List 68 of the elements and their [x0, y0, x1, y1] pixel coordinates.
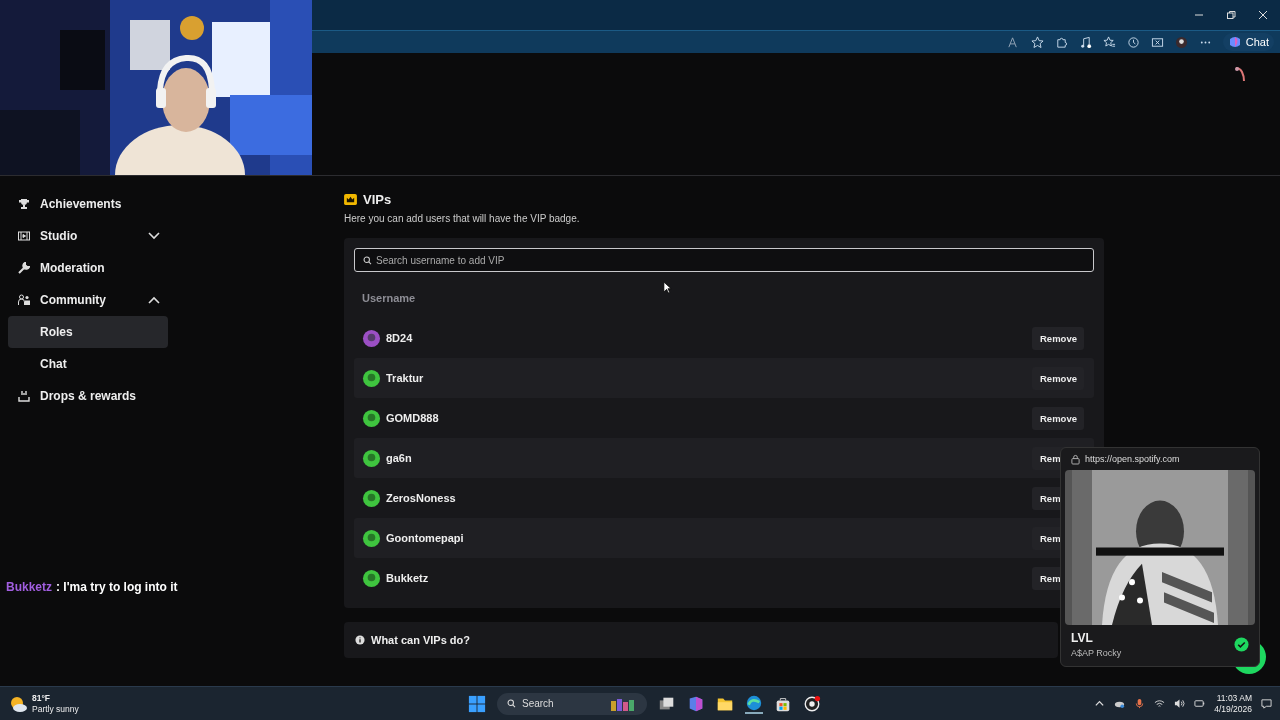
sidebar-item[interactable]: Achievements: [8, 188, 168, 220]
wrench-icon: [18, 262, 30, 274]
username: ZerosNoness: [386, 492, 456, 504]
info-panel[interactable]: What can VIPs do?: [344, 622, 1058, 658]
close-icon[interactable]: [1258, 10, 1268, 20]
username: 8D24: [386, 332, 413, 344]
search-icon: [363, 255, 372, 265]
read-aloud-icon[interactable]: [1006, 35, 1020, 49]
popup-url: https://open.spotify.com: [1085, 454, 1180, 464]
wifi-icon[interactable]: [1154, 698, 1166, 709]
sidebar-item[interactable]: Chat: [8, 348, 168, 380]
favorites-icon[interactable]: [1102, 35, 1116, 49]
check-icon[interactable]: [1234, 637, 1249, 652]
windows-icon[interactable]: [468, 694, 486, 713]
sidebar-item[interactable]: Studio: [8, 220, 168, 252]
weather-temperature: 81°F: [32, 692, 52, 704]
username: Bukketz: [386, 572, 429, 584]
restore-icon[interactable]: [1226, 10, 1236, 20]
info-title: What can VIPs do?: [371, 634, 470, 646]
puzzle-icon[interactable]: [1054, 35, 1068, 49]
obs-icon[interactable]: [803, 694, 821, 713]
chat-message: : I'ma try to log into it: [56, 580, 178, 594]
search-field[interactable]: Search username to add VIP: [354, 248, 1094, 272]
chevron-up-icon[interactable]: [1094, 698, 1106, 709]
sidebar-item[interactable]: Drops & rewards: [8, 380, 168, 412]
taskbar-search[interactable]: Search: [497, 692, 647, 715]
lock-icon: [1071, 453, 1080, 465]
notification-icon[interactable]: [1261, 698, 1272, 709]
search-icon: [507, 699, 516, 708]
chat-username: Bukketz: [6, 580, 52, 594]
microphone-icon[interactable]: [1134, 698, 1146, 709]
volume-icon[interactable]: [1174, 698, 1186, 709]
info-icon: [355, 635, 365, 645]
trophy-icon: [18, 198, 30, 210]
profile-icon[interactable]: [1174, 35, 1188, 49]
film-icon: [18, 230, 30, 242]
username: GOMD888: [386, 412, 439, 424]
section-description: Here you can add users that will have the VIP badge.: [344, 213, 581, 224]
remove-button[interactable]: Remove: [1032, 406, 1084, 430]
users-icon: [18, 294, 30, 306]
username: Traktur: [386, 372, 424, 384]
track-title: LVL: [1071, 631, 1094, 645]
office-icon[interactable]: [687, 694, 705, 713]
star-icon[interactable]: [1030, 35, 1044, 49]
chevron-up-icon[interactable]: [148, 296, 160, 304]
weather-condition: Partly sunny: [32, 703, 79, 715]
column-header: Username: [362, 292, 416, 304]
section-title: VIPs: [363, 192, 392, 207]
clock-time[interactable]: 11:03 AM: [1216, 692, 1252, 704]
crown-icon: [344, 194, 357, 205]
chat-button[interactable]: Chat: [1222, 33, 1274, 51]
battery-icon[interactable]: [1194, 698, 1206, 709]
chevron-down-icon[interactable]: [148, 232, 160, 240]
clock-date[interactable]: 4/19/2026: [1214, 703, 1252, 715]
remove-button[interactable]: Remove: [1032, 326, 1084, 350]
copilot-icon: [1227, 35, 1242, 49]
sidebar-item[interactable]: Moderation: [8, 252, 168, 284]
music-icon[interactable]: [1078, 35, 1092, 49]
cursor-icon: [663, 281, 672, 294]
username: Goontomepapi: [386, 532, 464, 544]
username: ga6n: [386, 452, 412, 464]
history-icon[interactable]: [1126, 35, 1140, 49]
sidebar-item[interactable]: Roles: [8, 316, 168, 348]
track-artist: A$AP Rocky: [1071, 648, 1123, 658]
browser-icon[interactable]: [745, 693, 763, 714]
remove-button[interactable]: Remove: [1032, 366, 1084, 390]
sidebar-item[interactable]: Community: [8, 284, 168, 316]
screenshot-icon[interactable]: [1150, 35, 1164, 49]
